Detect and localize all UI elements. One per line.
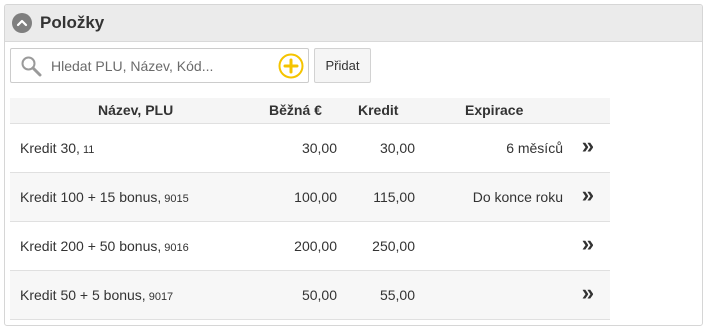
row-expiration: 6 měsíců [506,140,563,156]
row-credit: 115,00 [373,189,415,205]
column-header-price[interactable]: Běžná € [269,98,322,123]
panel-title: Položky [40,13,105,32]
search-box[interactable] [10,48,309,83]
search-icon [20,55,42,77]
row-detail-arrow[interactable]: » [582,171,594,219]
table-row[interactable]: Kredit 200 + 50 bonus, 9016 200,00 250,00… [10,221,610,270]
items-table: Název, PLU Běžná € Kredit Expirace Kredi… [10,98,610,324]
row-price: 30,00 [301,140,337,156]
row-name: Kredit 100 + 15 bonus, 9015 [20,189,189,205]
row-price: 100,00 [294,189,337,205]
column-header-expiration[interactable]: Expirace [465,98,523,123]
row-detail-arrow[interactable]: » [582,220,594,268]
row-name: Kredit 50 + 5 bonus, 9017 [20,287,174,303]
row-plu: 11 [82,144,95,156]
row-price: 50,00 [301,287,337,303]
row-name: Kredit 30, 11 [20,140,95,156]
chevron-up-icon[interactable] [12,13,32,33]
row-credit: 30,00 [379,140,415,156]
row-credit: 250,00 [372,238,415,254]
row-plu: 9015 [164,193,189,205]
column-header-name[interactable]: Název, PLU [98,98,173,123]
table-row[interactable]: Kredit 100 + 15 bonus, 9015 100,00 115,00… [10,172,610,221]
table-body: Kredit 30, 11 30,00 30,00 6 měsíců » Kred… [10,123,610,319]
table-header: Název, PLU Běžná € Kredit Expirace [10,98,610,123]
add-button[interactable]: Přidat [314,48,371,83]
row-price: 200,00 [294,238,337,254]
items-panel: Položky Přidat Název, PLU Běž [4,4,703,326]
panel-header: Položky [5,5,702,42]
row-plu: 9016 [164,242,189,254]
table-row[interactable]: Kredit 50 + 5 bonus, 9017 50,00 55,00 » [10,270,610,319]
plus-circle-icon[interactable] [278,53,304,79]
row-name: Kredit 200 + 50 bonus, 9016 [20,238,189,254]
row-detail-arrow[interactable]: » [582,269,594,317]
search-input[interactable] [51,57,266,74]
search-row: Přidat [10,48,371,83]
column-header-credit[interactable]: Kredit [358,98,398,123]
row-expiration: Do konce roku [472,189,563,205]
row-detail-arrow[interactable]: » [582,122,594,170]
table-row[interactable]: Kredit 30, 11 30,00 30,00 6 měsíců » [10,123,610,172]
row-plu: 9017 [148,291,174,303]
row-credit: 55,00 [379,287,415,303]
